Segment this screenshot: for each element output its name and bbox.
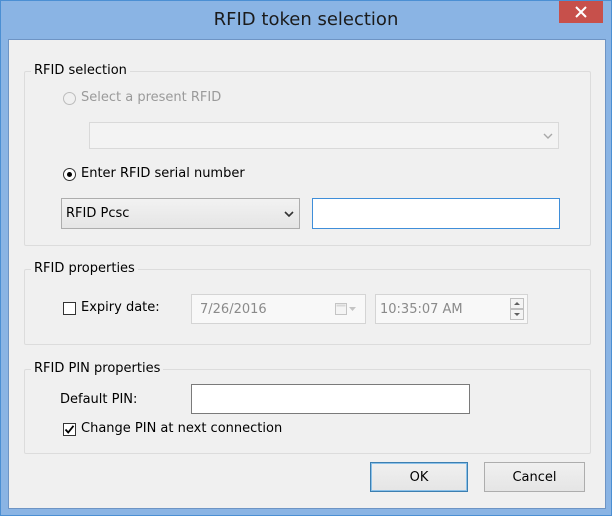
triangle-down-icon xyxy=(514,313,520,316)
cancel-button[interactable]: Cancel xyxy=(484,462,585,492)
change-pin-label: Change PIN at next connection xyxy=(81,421,283,436)
rfid-selection-group: RFID selection Select a present RFID Ent… xyxy=(24,63,591,246)
ok-button[interactable]: OK xyxy=(370,462,468,492)
checkmark-icon xyxy=(64,425,75,434)
enter-serial-label: Enter RFID serial number xyxy=(81,166,245,181)
rfid-selection-group-label: RFID selection xyxy=(31,63,130,78)
select-present-rfid-radio[interactable] xyxy=(63,92,76,105)
close-icon xyxy=(575,6,587,18)
expiry-time-value: 10:35:07 AM xyxy=(380,301,463,317)
dialog-body: RFID selection Select a present RFID Ent… xyxy=(8,39,606,509)
change-pin-checkbox[interactable] xyxy=(63,423,76,436)
time-spin-up-button[interactable] xyxy=(510,298,524,309)
expiry-date-label: Expiry date: xyxy=(81,300,160,315)
window-title: RFID token selection xyxy=(213,9,399,30)
rfid-properties-group-label: RFID properties xyxy=(31,261,138,276)
time-spin-down-button[interactable] xyxy=(510,309,524,320)
title-bar[interactable]: RFID token selection xyxy=(1,1,611,39)
chevron-down-icon xyxy=(284,199,294,228)
rfid-reader-value: RFID Pcsc xyxy=(66,206,130,221)
present-rfid-combo[interactable] xyxy=(89,122,559,149)
expiry-date-value: 7/26/2016 xyxy=(200,301,267,317)
close-button[interactable] xyxy=(559,1,603,23)
default-pin-input[interactable] xyxy=(191,384,470,414)
chevron-down-icon xyxy=(543,123,553,148)
triangle-up-icon xyxy=(514,302,520,305)
radio-selected-dot xyxy=(67,172,72,177)
rfid-reader-select[interactable]: RFID Pcsc xyxy=(61,198,300,229)
rfid-pin-properties-group: RFID PIN properties Default PIN: Change … xyxy=(24,361,591,454)
default-pin-label: Default PIN: xyxy=(60,392,138,407)
enter-serial-radio[interactable] xyxy=(63,168,76,181)
rfid-properties-group: RFID properties Expiry date: 7/26/2016 1… xyxy=(24,261,591,345)
dialog-window: RFID token selection RFID selection Sele… xyxy=(0,0,612,516)
expiry-date-checkbox[interactable] xyxy=(63,302,76,315)
select-present-rfid-label: Select a present RFID xyxy=(81,90,222,105)
calendar-icon xyxy=(335,303,357,319)
rfid-serial-input[interactable] xyxy=(312,198,560,229)
rfid-pin-properties-group-label: RFID PIN properties xyxy=(31,361,164,376)
expiry-date-picker[interactable]: 7/26/2016 xyxy=(191,294,366,324)
expiry-time-picker[interactable]: 10:35:07 AM xyxy=(375,294,528,324)
